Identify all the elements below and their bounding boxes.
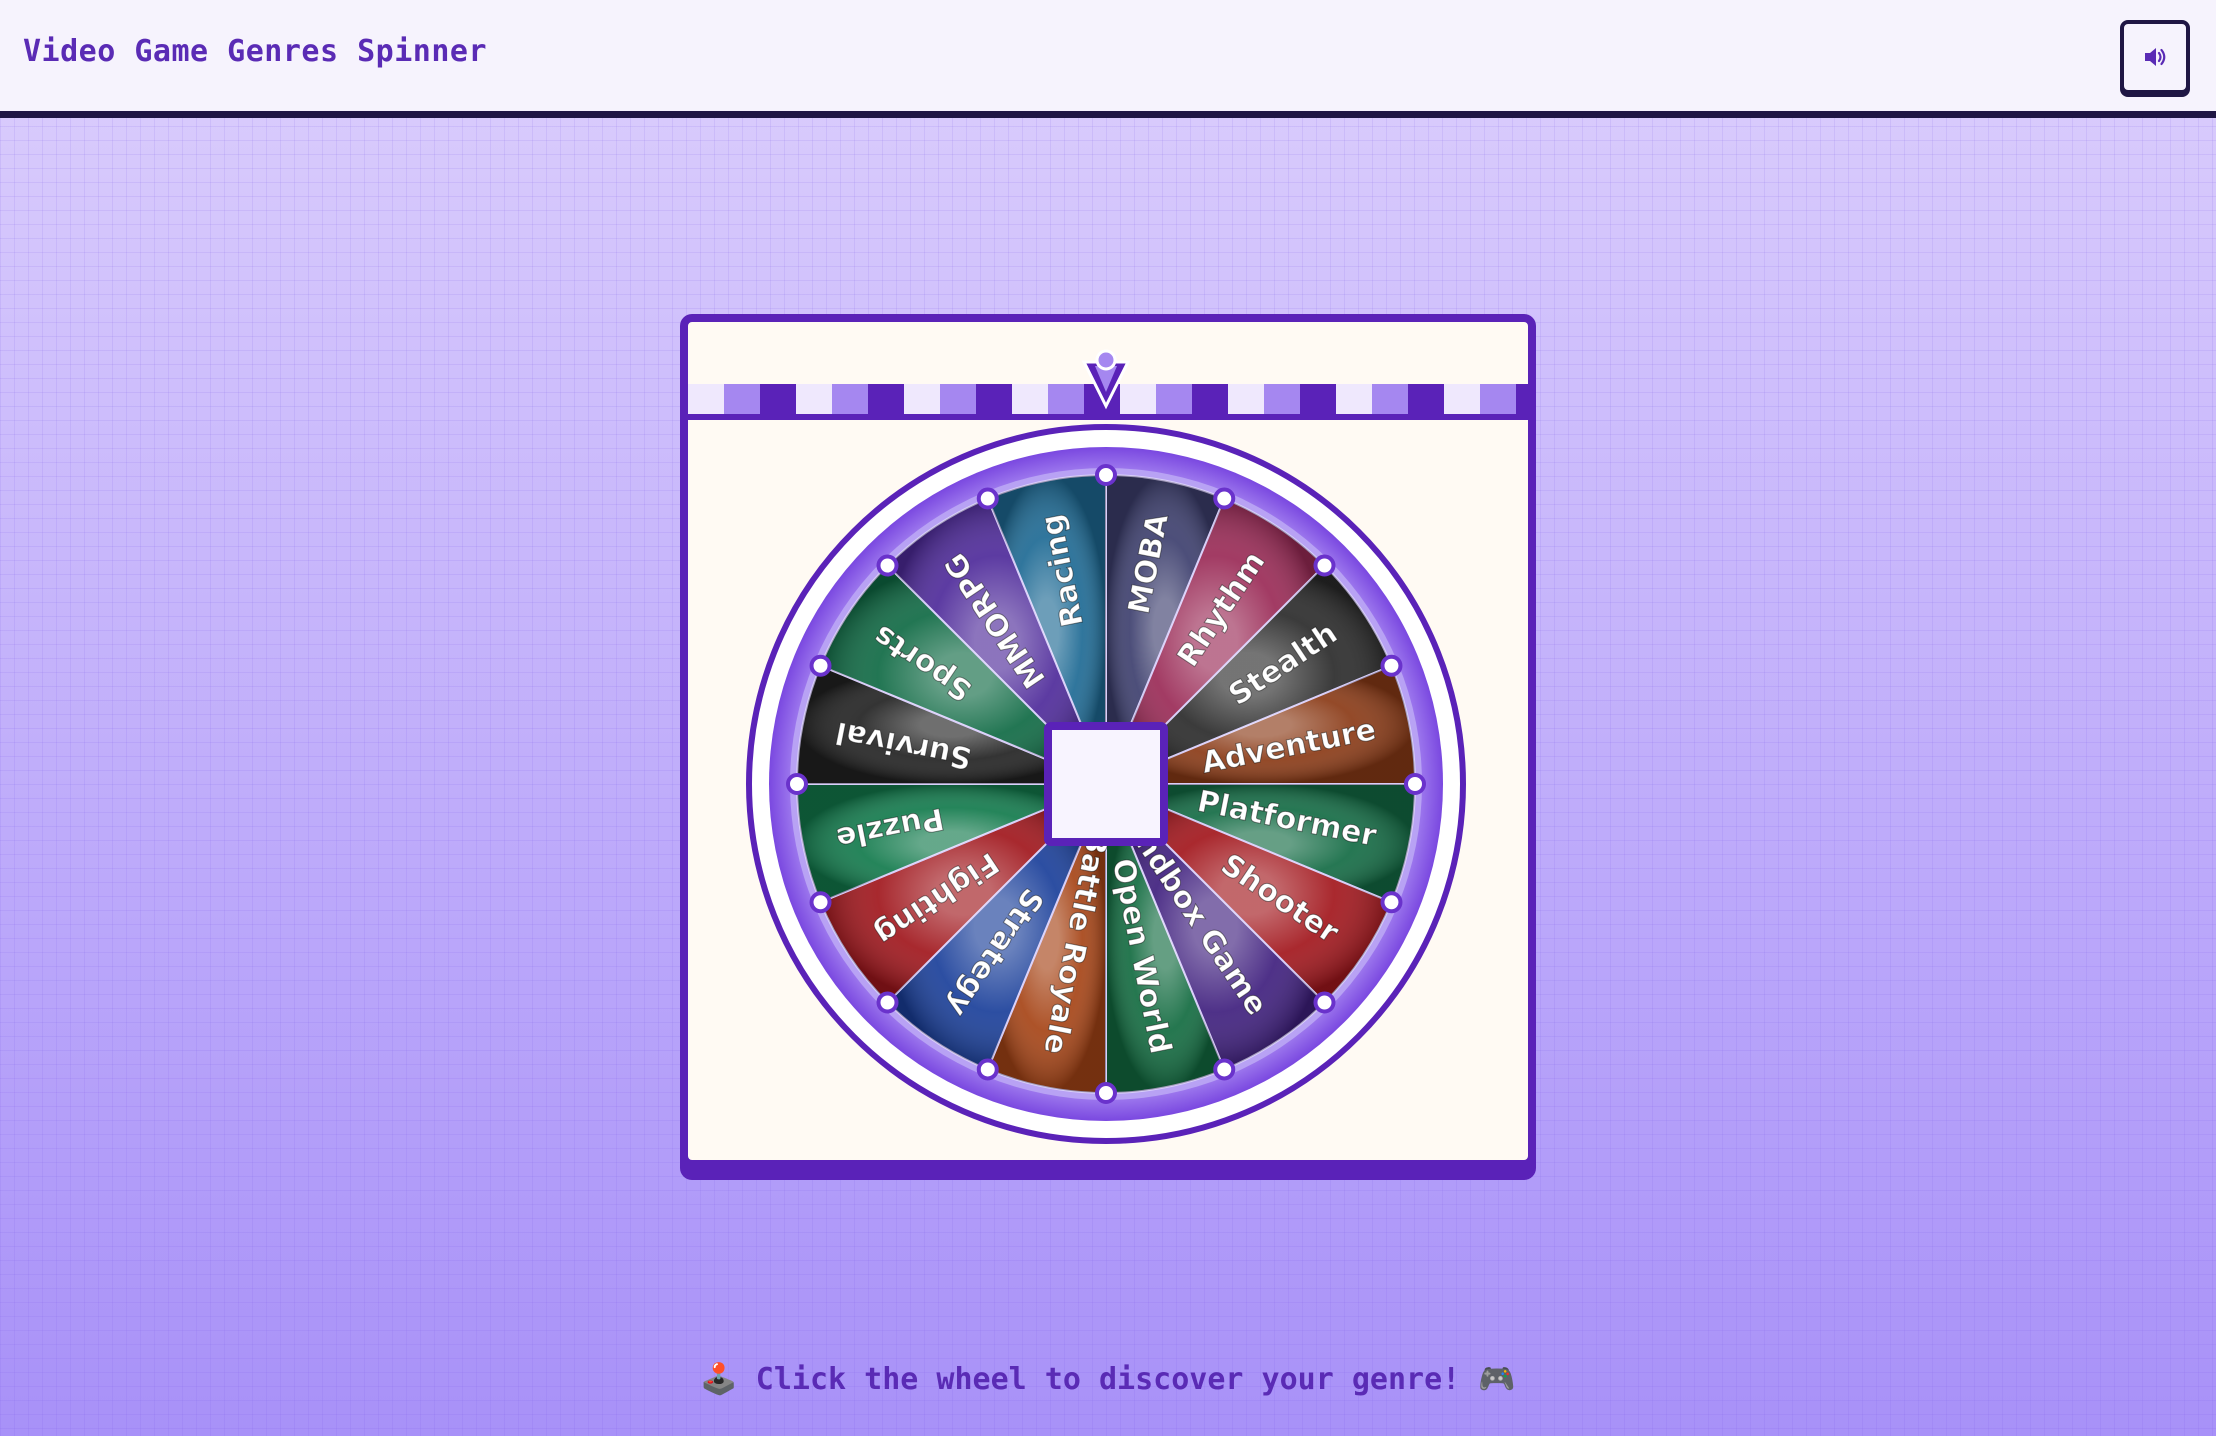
wheel-peg <box>976 1058 999 1081</box>
spinner-frame: MOBA Rhythm Stealth Adventure Platformer Shoo… <box>680 314 1536 1168</box>
wheel-canvas: MOBARhythmStealthAdventurePlatformerShoo… <box>746 349 1466 1144</box>
wheel-center-hub[interactable] <box>1044 722 1168 846</box>
wheel-peg <box>809 891 832 914</box>
wheel-peg <box>809 654 832 677</box>
wheel-peg <box>1213 1058 1236 1081</box>
app-header: Video Game Genres Spinner <box>0 0 2216 118</box>
wheel-peg <box>1404 773 1426 795</box>
wheel-peg <box>1095 1082 1117 1104</box>
hint-text: 🕹️ Click the wheel to discover your genr… <box>700 1362 1516 1397</box>
wheel-peg <box>976 487 999 510</box>
wheel-peg <box>1095 464 1117 486</box>
pointer-arrow-icon <box>1081 349 1131 410</box>
wheel-peg <box>786 773 808 795</box>
wheel-peg <box>1380 654 1403 677</box>
wheel-peg <box>876 991 899 1014</box>
sound-toggle-button[interactable] <box>2120 20 2190 94</box>
wheel-peg <box>1213 487 1236 510</box>
page-title: Video Game Genres Spinner <box>23 34 488 69</box>
speaker-volume-icon <box>2142 44 2168 70</box>
wheel-peg <box>1380 891 1403 914</box>
wheel-peg <box>1313 991 1336 1014</box>
wheel-peg <box>876 554 899 577</box>
wheel-peg <box>1313 554 1336 577</box>
